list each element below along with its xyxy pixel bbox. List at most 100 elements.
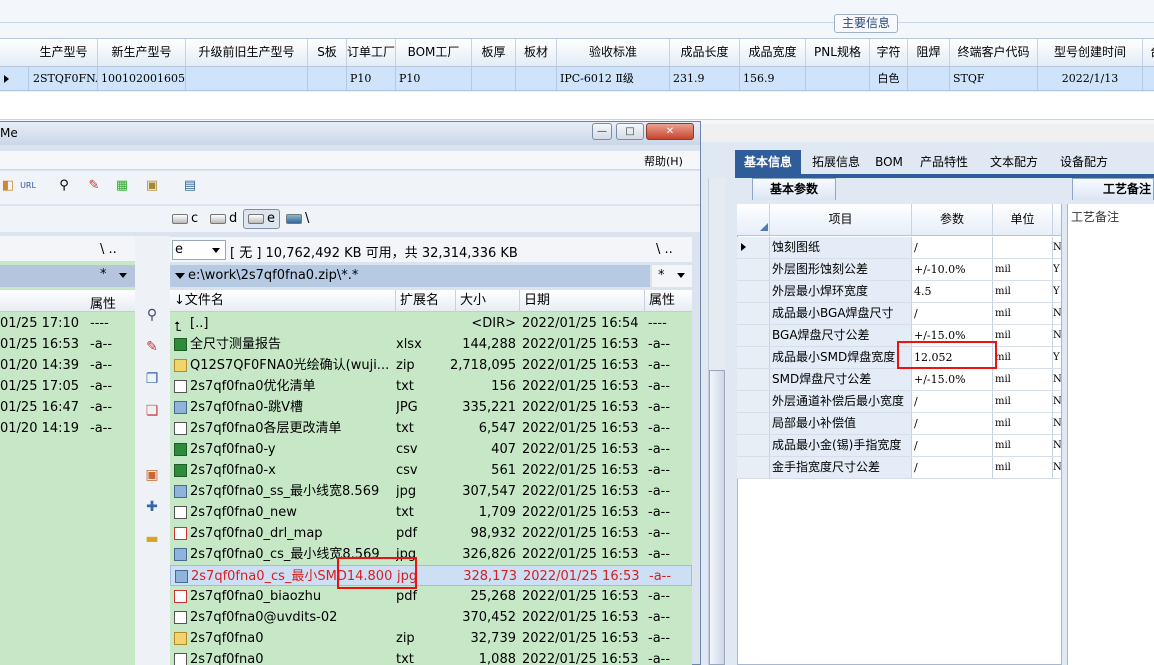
top-row-cell[interactable] [1143,67,1154,90]
file-row[interactable]: 2s7qf0fna0_drl_map pdf 98,932 2022/01/25 16… [170,523,692,544]
top-row-cell[interactable]: 2STQF0FNA0 [30,67,98,90]
top-row-cell[interactable]: P10 [396,67,472,90]
param-row[interactable]: SMD焊盘尺寸公差 +/-15.0% mil N [737,369,1061,391]
drive-e-button[interactable]: e [248,210,275,228]
top-col-header[interactable]: 字符 [870,39,908,66]
params-header-value[interactable]: 参数 [912,204,993,235]
file-row[interactable]: 2s7qf0fna0 txt 1,088 2022/01/25 16:53 -a-- [170,649,692,665]
top-col-header[interactable]: 成品长度 [670,39,740,66]
pack-files-icon[interactable]: ▣ [143,466,161,484]
param-value[interactable]: +/-15.0% [912,369,993,390]
tab-bom[interactable]: BOM [871,150,907,174]
file-row[interactable]: 2s7qf0fna0@uvdits-02 370,452 2022/01/25 16… [170,607,692,628]
process-notes-area[interactable] [1067,204,1154,665]
top-col-header[interactable]: 验收标准 [557,39,670,66]
path-dropdown-icon[interactable] [175,273,185,279]
close-button[interactable]: ✕ [646,123,694,140]
multi-rename-icon[interactable]: ✎ [86,178,102,194]
menu-help[interactable]: 帮助(H) [644,153,683,169]
col-size[interactable]: 大小 [456,290,520,312]
param-row[interactable]: 金手指宽度尺寸公差 / mil N [737,457,1061,479]
top-col-header[interactable]: BOM工厂 [396,39,472,66]
file-row[interactable]: 2s7qf0fna0_ss_最小线宽8.569 jpg 307,547 2022/01… [170,481,692,502]
top-row-cell[interactable]: P10 [347,67,396,90]
drive-c-button[interactable]: c [172,210,198,228]
params-header-item[interactable]: 项目 [770,204,912,235]
param-row[interactable]: 成品最小金(锡)手指宽度 / mil N [737,435,1061,457]
file-row[interactable]: 2s7qf0fna0_biaozhu pdf 25,268 2022/01/25 16… [170,586,692,607]
top-col-header[interactable]: PNL规格 [806,39,870,66]
file-row[interactable]: 2s7qf0fna0_new txt 1,709 2022/01/25 16:53 -a… [170,502,692,523]
left-filter-dropdown-icon[interactable] [119,273,127,278]
tab-text-recipe[interactable]: 文本配方 [981,150,1047,174]
left-file-row[interactable]: 01/25 16:53 -a-- [0,334,135,355]
tab-extended[interactable]: 拓展信息 [805,150,867,174]
param-row[interactable]: 蚀刻图纸 / N [737,237,1061,259]
pack-icon[interactable]: ◧ [0,178,16,194]
file-row[interactable]: 2s7qf0fna0-跳V槽 JPG 335,221 2022/01/25 16:53… [170,397,692,418]
top-row-cell[interactable] [472,67,516,90]
left-file-row[interactable]: 01/20 14:39 -a-- [0,355,135,376]
notepad-icon[interactable]: ▤ [182,178,198,194]
top-row-cell[interactable]: IPC-6012 Ⅱ级 [557,67,670,90]
file-row[interactable]: 2s7qf0fna0-x csv 561 2022/01/25 16:53 -a-- [170,460,692,481]
move-icon[interactable]: ❏ [143,402,161,420]
left-pane-filter[interactable]: * [100,267,107,282]
drive-d-button[interactable]: d [210,210,237,228]
tab-basic[interactable]: 基本信息 [735,150,801,174]
col-date[interactable]: 日期 [520,290,645,312]
edit-icon[interactable]: ✎ [143,338,161,356]
top-col-header[interactable]: 生产型号 [30,39,98,66]
top-row-cell[interactable] [186,67,308,90]
copy-icon[interactable]: ❐ [143,370,161,388]
file-row[interactable]: 2s7qf0fna0_cs_最小SMD14.800 jpg 328,173 2022/… [170,565,692,586]
top-col-header[interactable]: 板材 [516,39,557,66]
top-col-header[interactable]: 新生产型号 [98,39,186,66]
top-col-header[interactable]: 成品宽度 [740,39,806,66]
left-file-row[interactable]: 01/25 17:10 ---- [0,313,135,334]
right-filter-dropdown-icon[interactable] [677,273,685,278]
top-col-header[interactable]: 型号创建时间 [1038,39,1143,66]
top-row-cell[interactable]: 156.9 [740,67,806,90]
param-row[interactable]: 外层通道补偿后最小宽度 / mil N [737,391,1061,413]
top-grid-row[interactable]: 2STQF0FNA010010200160515 P10P10 IPC-6012 Ⅱ… [0,67,1154,91]
param-row[interactable]: 成品最小BGA焊盘尺寸 / mil N [737,303,1061,325]
param-value[interactable]: / [912,237,993,258]
file-row[interactable]: ⮤ [..] <DIR> 2022/01/25 16:54 ---- [170,313,692,335]
file-row[interactable]: 2s7qf0fna0优化清单 txt 156 2022/01/25 16:53 -a-- [170,376,692,397]
top-col-header[interactable]: 阻焊 [908,39,950,66]
top-col-header[interactable]: 升级前旧生产型号 [186,39,308,66]
top-row-cell[interactable]: 231.9 [670,67,740,90]
subtab-basic-params[interactable]: 基本参数 [752,178,836,200]
top-row-cell[interactable] [908,67,950,90]
top-row-cell[interactable]: 10010200160515 [98,67,186,90]
file-row[interactable]: 全尺寸测量报告 xlsx 144,288 2022/01/25 16:53 -a-- [170,334,692,355]
chevron-down-icon[interactable] [212,248,220,253]
param-value[interactable]: / [912,413,993,434]
col-ext[interactable]: 扩展名 [396,290,456,312]
left-file-row[interactable]: 01/20 14:19 -a-- [0,418,135,439]
main-info-group-label[interactable]: 主要信息 [834,14,898,33]
folder-icon[interactable]: ▬ [143,530,161,548]
param-row[interactable]: 局部最小补偿值 / mil N [737,413,1061,435]
view-icon[interactable]: ⚲ [143,306,161,324]
top-col-header[interactable]: 台 [1143,39,1154,66]
search-icon[interactable]: ⚲ [56,178,72,194]
params-header-unit[interactable]: 单位 [993,204,1053,235]
sync-icon[interactable]: ▦ [114,178,130,194]
tab-device-recipe[interactable]: 设备配方 [1051,150,1117,174]
network-drive-button[interactable]: \ [286,210,309,228]
left-pane-path[interactable] [0,265,135,287]
top-col-header[interactable]: 板厚 [472,39,516,66]
param-row[interactable]: 外层图形蚀刻公差 +/-10.0% mil Y [737,259,1061,281]
col-name[interactable]: ↓文件名 [170,290,396,312]
top-row-cell[interactable]: 白色 [870,67,908,90]
file-row[interactable]: 2s7qf0fna0-y csv 407 2022/01/25 16:53 -a-- [170,439,692,460]
top-row-cell[interactable] [516,67,557,90]
new-folder-icon[interactable]: ✚ [143,498,161,516]
minimize-button[interactable]: — [592,123,612,140]
param-value[interactable]: / [912,435,993,456]
file-row[interactable]: 2s7qf0fna0 zip 32,739 2022/01/25 16:53 -a-- [170,628,692,649]
top-row-cell[interactable] [806,67,870,90]
param-value[interactable]: / [912,303,993,324]
